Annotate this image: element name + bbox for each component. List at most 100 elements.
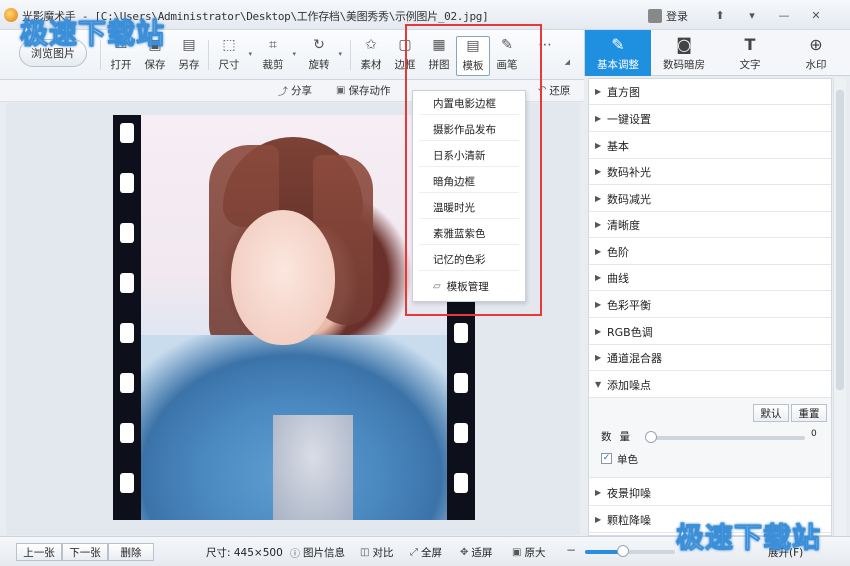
darkroom-icon: ◙ [676, 35, 692, 54]
menu-item-warm-time[interactable]: 温暖时光 [419, 197, 519, 219]
chevron-down-icon[interactable]: ▾ [338, 50, 342, 58]
crop-button[interactable]: ⌗ 裁剪 ▾ [256, 36, 297, 76]
film-perforation [120, 423, 134, 443]
zoom-slider-handle[interactable] [616, 545, 629, 557]
user-icon [648, 9, 662, 23]
chevron-right-icon: ▶ [595, 488, 602, 497]
border-button[interactable]: ▢ 边框 [388, 36, 422, 76]
collage-button[interactable]: ▦ 拼图 [422, 36, 456, 76]
amount-value: 0 [811, 429, 817, 439]
fullscreen-button[interactable]: ⤢ 全屏 [410, 545, 442, 560]
adjust-item-curves[interactable]: ▶ 曲线 [589, 265, 831, 291]
menu-dropdown-icon[interactable]: ▾ [740, 6, 764, 24]
chevron-right-icon: ▶ [595, 273, 602, 282]
film-perforation [120, 323, 134, 343]
scrollbar-thumb[interactable] [836, 90, 844, 390]
upload-icon[interactable]: ⬆ [708, 6, 732, 24]
film-perforation [454, 473, 468, 493]
reset-button[interactable]: 重置 [791, 404, 827, 422]
collage-icon: ▦ [432, 37, 446, 53]
compare-icon: ◫ [360, 547, 370, 558]
chevron-right-icon: ▶ [595, 300, 602, 309]
adjust-item-levels[interactable]: ▶ 色阶 [589, 239, 831, 265]
adjust-item-histogram[interactable]: ▶ 直方图 [589, 79, 831, 105]
adjust-item-one-click[interactable]: ▶ 一键设置 [589, 106, 831, 132]
restore-button[interactable]: ↶ 还原 [538, 83, 570, 98]
template-button[interactable]: ▤ 模板 [456, 36, 490, 76]
adjust-item-basic[interactable]: ▶ 基本 [589, 133, 831, 159]
chevron-down-icon[interactable]: ▾ [248, 50, 252, 58]
menu-item-builtin-film-border[interactable]: 内置电影边框 [419, 93, 519, 115]
adjust-item-channel-mixer[interactable]: ▶ 通道混合器 [589, 345, 831, 371]
adjust-item-night-denoise[interactable]: ▶ 夜景抑噪 [589, 480, 831, 506]
watermark-logo: 极速下载站 [675, 521, 822, 555]
tab-basic-adjust[interactable]: ✎ 基本调整 [585, 30, 651, 76]
close-button[interactable]: ✕ [804, 6, 828, 24]
more-button[interactable]: ⋯ ◢ [528, 36, 570, 76]
tab-watermark[interactable]: ⊕ 水印 [783, 30, 849, 76]
minimize-button[interactable]: — [772, 6, 796, 24]
material-button[interactable]: ✩ 素材 [354, 36, 388, 76]
brush-button[interactable]: ✎ 画笔 [490, 36, 524, 76]
tab-text[interactable]: T 文字 [717, 30, 783, 76]
chevron-right-icon: ▶ [595, 141, 602, 150]
resize-icon: ⬚ [222, 37, 236, 53]
menu-item-memory-colors[interactable]: 记忆的色彩 [419, 249, 519, 271]
resize-button[interactable]: ⬚ 尺寸 ▾ [212, 36, 253, 76]
chevron-down-icon[interactable]: ▾ [292, 50, 296, 58]
login-button[interactable]: 登录 [648, 8, 688, 24]
adjust-item-clarity[interactable]: ▶ 清晰度 [589, 212, 831, 238]
fit-screen-button[interactable]: ✥ 适屏 [460, 545, 492, 560]
fullscreen-icon: ⤢ [410, 547, 418, 558]
save-as-icon: ▤ [182, 37, 196, 53]
image-size-label: 尺寸: 445×500 [206, 547, 283, 559]
amount-slider-handle[interactable] [645, 431, 657, 443]
rotate-button[interactable]: ↻ 旋转 ▾ [302, 36, 343, 76]
border-icon: ▢ [398, 37, 412, 53]
original-size-button[interactable]: ▣ 原大 [512, 545, 545, 560]
next-image-button[interactable]: 下一张 [62, 543, 108, 561]
default-button[interactable]: 默认 [753, 404, 789, 422]
share-button[interactable]: ⤴ 分享 [278, 83, 312, 98]
prev-image-button[interactable]: 上一张 [16, 543, 62, 561]
adjust-item-fill-light[interactable]: ▶ 数码补光 [589, 159, 831, 185]
adjust-item-add-noise[interactable]: ▼ 添加噪点 [589, 372, 831, 398]
zoom-out-icon[interactable]: − [566, 543, 576, 557]
image-info-button[interactable]: ⓘ 图片信息 [290, 545, 345, 560]
menu-item-elegant-blue-purple[interactable]: 素雅蓝紫色 [419, 223, 519, 245]
rotate-icon: ↻ [313, 37, 325, 53]
adjust-item-color-balance[interactable]: ▶ 色彩平衡 [589, 292, 831, 318]
mono-checkbox[interactable]: ✓ [601, 453, 612, 464]
film-perforation [454, 423, 468, 443]
save-action-button[interactable]: ▣ 保存动作 [336, 83, 390, 98]
chevron-down-icon[interactable]: ◢ [565, 58, 570, 66]
delete-button[interactable]: 删除 [108, 543, 154, 561]
folder-icon: ▱ [433, 280, 441, 292]
panel-scrollbar[interactable] [833, 78, 846, 536]
menu-item-vignette-border[interactable]: 暗角边框 [419, 171, 519, 193]
menu-item-photo-publish[interactable]: 摄影作品发布 [419, 119, 519, 141]
film-perforation [120, 223, 134, 243]
adjust-item-reduce-light[interactable]: ▶ 数码减光 [589, 186, 831, 212]
tab-digital-darkroom[interactable]: ◙ 数码暗房 [651, 30, 717, 76]
toolbar-divider [208, 40, 209, 70]
adjust-icon: ✎ [611, 35, 625, 54]
undo-icon: ↶ [538, 85, 547, 96]
chevron-right-icon: ▶ [595, 194, 602, 203]
save-icon: ▣ [336, 85, 346, 96]
film-perforation [120, 373, 134, 393]
app-logo-icon [4, 8, 18, 22]
zoom-slider-track[interactable] [585, 550, 675, 554]
text-icon: T [744, 35, 756, 54]
template-menu: 内置电影边框 摄影作品发布 日系小清新 暗角边框 温暖时光 素雅蓝紫色 记忆的色… [412, 90, 526, 302]
menu-item-template-manage[interactable]: ▱ 模板管理 [419, 275, 519, 297]
amount-slider-track[interactable] [651, 436, 805, 440]
film-perforation [120, 173, 134, 193]
chevron-right-icon: ▶ [595, 515, 602, 524]
menu-item-japanese-fresh[interactable]: 日系小清新 [419, 145, 519, 167]
save-as-button[interactable]: ▤ 另存 [172, 36, 206, 76]
compare-button[interactable]: ◫ 对比 [360, 545, 393, 560]
adjust-item-rgb-tone[interactable]: ▶ RGB色调 [589, 319, 831, 345]
film-perforation [454, 323, 468, 343]
add-noise-settings: 默认 重置 数量 0 ✓ 单色 [589, 398, 831, 478]
